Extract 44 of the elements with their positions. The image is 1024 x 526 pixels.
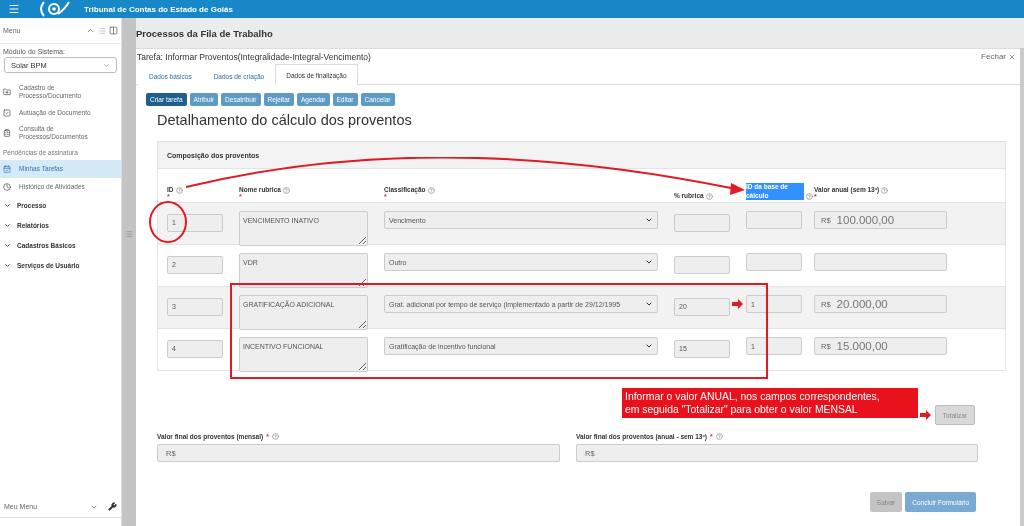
annotation-circle: [148, 200, 188, 244]
annotation-callout: Informar o valor ANUAL, nos campos correspondentes, em seguida "Totalizar" para obter o valor MENSAL: [622, 388, 918, 418]
chevron-down-icon: [645, 258, 653, 266]
close-link[interactable]: Fechar: [981, 52, 1016, 61]
chevron-down-icon: [645, 342, 653, 350]
chevron-down-icon: [4, 202, 11, 210]
help-icon[interactable]: [705, 193, 713, 200]
help-icon[interactable]: [715, 433, 723, 440]
section-heading: Detalhamento do cálculo dos proventos: [157, 112, 413, 128]
sidebar-icon: [3, 108, 11, 117]
sidebar-icon: [3, 129, 11, 138]
sidebar-icon: [3, 182, 11, 191]
help-icon[interactable]: [282, 187, 290, 194]
sidebar-icon: [3, 88, 11, 97]
arrow-icon: [920, 410, 931, 420]
base-id-field[interactable]: [746, 253, 802, 271]
sidebar-icon: [3, 164, 11, 173]
chevron-down-icon: [645, 300, 653, 308]
collapse-icon[interactable]: [86, 26, 95, 35]
wrench-icon[interactable]: [108, 502, 117, 511]
help-icon[interactable]: [806, 193, 813, 200]
panel-icon[interactable]: [109, 26, 118, 35]
chevron-down-icon: [4, 242, 11, 250]
chevron-down-icon: [103, 61, 110, 69]
chevron-down-icon: [4, 262, 11, 270]
help-icon[interactable]: [271, 433, 279, 440]
app-title: Tribunal de Contas do Estado de Goiás: [84, 4, 233, 14]
help-icon[interactable]: [427, 187, 435, 194]
menu-icon[interactable]: [8, 3, 20, 15]
annual-value-field[interactable]: [814, 253, 947, 271]
chevron-down-icon: [4, 222, 11, 230]
list-icon[interactable]: [125, 230, 133, 238]
arrow-icon: [732, 299, 743, 309]
list-icon[interactable]: [98, 26, 106, 35]
close-icon: [1008, 52, 1016, 61]
page-title: Processos da Fila de Trabalho: [136, 18, 1024, 48]
percent-field[interactable]: [674, 213, 730, 232]
dialog-title: Tarefa: Informar Proventos(Integralidade-Integral-Vencimento): [137, 51, 372, 62]
help-icon[interactable]: [175, 187, 183, 194]
percent-field[interactable]: [674, 255, 730, 274]
help-icon[interactable]: [881, 187, 889, 194]
base-id-field[interactable]: [746, 211, 802, 229]
logo-icon: [38, 1, 70, 17]
chevron-down-icon: [645, 216, 653, 224]
